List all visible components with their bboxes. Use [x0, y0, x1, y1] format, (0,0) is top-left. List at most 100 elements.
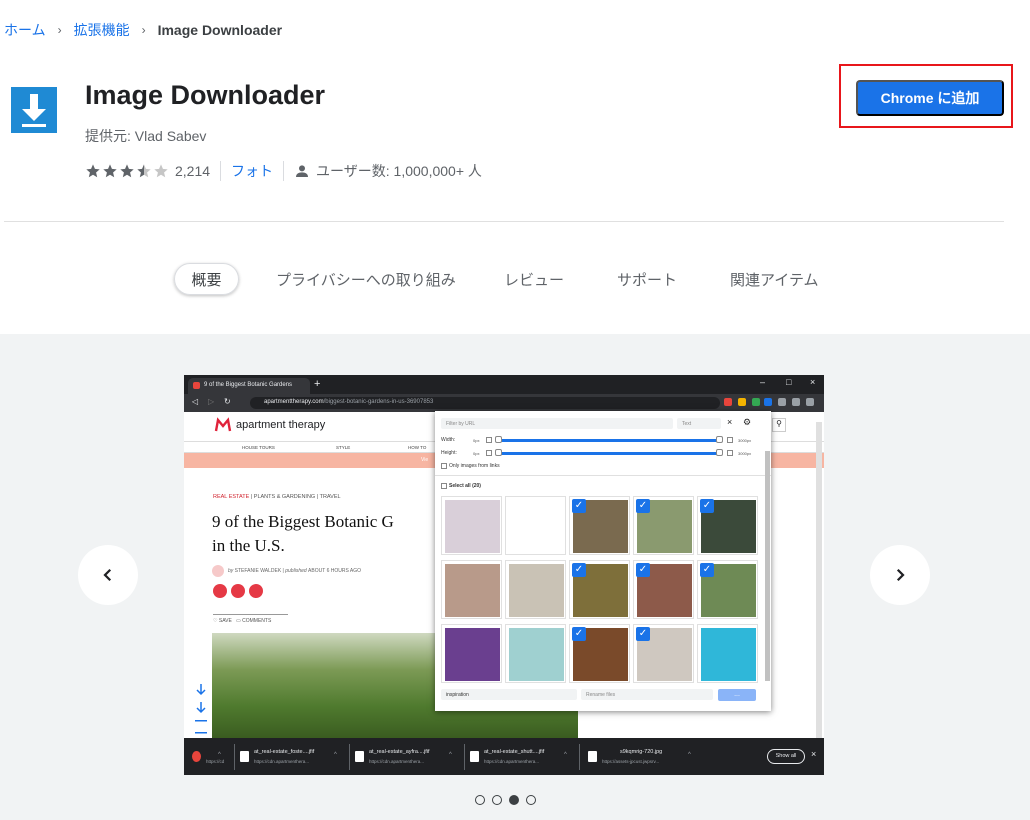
download-item[interactable]: at_real-estate_foste....jfif https://cdn…: [238, 741, 348, 773]
gallery-pagination: [475, 795, 536, 805]
pagination-dot[interactable]: [492, 795, 502, 805]
checkmark-icon[interactable]: ✓: [636, 627, 650, 641]
download-item[interactable]: at_real-estate_ayfra....jfif https://cdn…: [353, 741, 463, 773]
address-bar: apartmenttherapy.com/biggest-botanic-gar…: [250, 397, 720, 409]
nav-item: HOUSE TOURS: [242, 445, 275, 450]
close-icon[interactable]: ×: [727, 417, 732, 427]
add-to-chrome-button[interactable]: Chrome に追加: [856, 80, 1004, 116]
image-thumbnail[interactable]: [441, 624, 502, 683]
download-item[interactable]: s9kqmrig-720.jpg https://assets-jpcust.j…: [586, 741, 696, 773]
slider-knob[interactable]: [716, 449, 723, 456]
height-slider[interactable]: [497, 452, 719, 455]
image-thumbnail[interactable]: ✓: [569, 560, 630, 619]
download-button[interactable]: ...: [718, 689, 756, 701]
close-icon[interactable]: ×: [811, 749, 816, 759]
new-tab-icon: +: [314, 378, 321, 390]
extension-icon: [724, 398, 732, 406]
download-item[interactable]: https://cd ^: [190, 741, 234, 773]
select-all-checkbox[interactable]: [441, 483, 447, 489]
byline-author: STEFANIE WALDEK: [234, 568, 282, 574]
filter-url-input[interactable]: Filter by URL: [441, 418, 673, 429]
checkmark-icon[interactable]: ✓: [572, 563, 586, 577]
image-thumbnail[interactable]: [697, 624, 758, 683]
checkmark-icon[interactable]: ✓: [700, 499, 714, 513]
image-thumbnail[interactable]: [505, 624, 566, 683]
height-max-checkbox[interactable]: [727, 450, 733, 456]
width-max-checkbox[interactable]: [727, 437, 733, 443]
image-thumbnail[interactable]: ✓: [697, 560, 758, 619]
checkmark-icon[interactable]: ✓: [572, 499, 586, 513]
category-rest: | PLANTS & GARDENING | TRAVEL: [250, 494, 341, 500]
only-links-checkbox[interactable]: [441, 463, 447, 469]
checkmark-icon[interactable]: ✓: [572, 627, 586, 641]
popup-scrollbar[interactable]: [765, 451, 770, 681]
downloads-bar: https://cd ^ at_real-estate_foste....jfi…: [184, 738, 824, 775]
thumbnail-image: [509, 564, 564, 617]
tab-overview[interactable]: 概要: [174, 263, 239, 295]
extension-icon: [752, 398, 760, 406]
pagination-dot[interactable]: [526, 795, 536, 805]
image-thumbnail[interactable]: ✓: [697, 496, 758, 555]
download-divider: [234, 744, 235, 770]
slider-knob[interactable]: [716, 436, 723, 443]
pagination-dot[interactable]: [475, 795, 485, 805]
image-thumbnail[interactable]: ✓: [569, 624, 630, 683]
star-half-icon: [137, 164, 151, 178]
nav-item: STYLE: [336, 445, 351, 450]
pagination-dot-active[interactable]: [509, 795, 519, 805]
width-slider[interactable]: [497, 439, 719, 442]
maximize-icon: □: [786, 377, 792, 387]
slider-knob[interactable]: [495, 436, 502, 443]
rename-input[interactable]: Rename files: [581, 689, 713, 700]
width-max-label: 3000px: [738, 438, 752, 443]
gear-icon[interactable]: ⚙: [743, 417, 751, 428]
close-icon: ×: [810, 377, 816, 387]
image-thumbnail[interactable]: ✓: [633, 496, 694, 555]
image-thumbnail[interactable]: [505, 560, 566, 619]
chevron-up-icon: ^: [449, 752, 452, 758]
height-min-checkbox[interactable]: [486, 450, 492, 456]
gallery-screenshot: 9 of the Biggest Botanic Gardens + – □ ×…: [184, 375, 824, 775]
gallery-prev-button[interactable]: [78, 545, 138, 605]
show-all-button[interactable]: Show all: [767, 749, 805, 764]
nav-item: HOW TO: [408, 445, 427, 450]
download-item[interactable]: at_real-estate_shutt....jfif https://cdn…: [468, 741, 578, 773]
folder-input[interactable]: inspiration: [441, 689, 577, 700]
menu-icon: [806, 398, 814, 406]
image-thumbnail[interactable]: ✓: [633, 560, 694, 619]
browser-tab: 9 of the Biggest Botanic Gardens: [188, 378, 310, 394]
image-thumbnail[interactable]: ✓: [633, 624, 694, 683]
file-icon: [470, 751, 479, 762]
header-divider: [4, 221, 1004, 222]
category-link[interactable]: フォト: [231, 161, 273, 181]
checkmark-icon[interactable]: ✓: [636, 499, 650, 513]
star-full-icon: [86, 164, 100, 178]
rating-stars[interactable]: [85, 163, 169, 179]
gallery-next-button[interactable]: [870, 545, 930, 605]
checkmark-icon[interactable]: ✓: [700, 563, 714, 577]
breadcrumb-home-link[interactable]: ホーム: [4, 20, 46, 40]
tab-support[interactable]: サポート: [617, 263, 677, 295]
image-thumbnail[interactable]: [441, 560, 502, 619]
filter-mode-select[interactable]: Text: [677, 418, 721, 429]
article-title: 9 of the Biggest Botanic G in the U.S.: [212, 510, 452, 558]
forward-icon: ▷: [208, 397, 215, 406]
breadcrumb-category-link[interactable]: 拡張機能: [74, 20, 130, 40]
tab-privacy[interactable]: プライバシーへの取り組み: [276, 263, 456, 295]
image-thumbnail[interactable]: ✓: [569, 496, 630, 555]
tab-related[interactable]: 関連アイテム: [730, 263, 819, 295]
tab-reviews[interactable]: レビュー: [504, 263, 564, 295]
byline-by: by: [228, 568, 234, 574]
checkmark-icon[interactable]: ✓: [636, 563, 650, 577]
comments-label: COMMENTS: [242, 618, 272, 624]
rating-count[interactable]: 2,214: [175, 163, 210, 179]
slider-knob[interactable]: [495, 449, 502, 456]
width-min-checkbox[interactable]: [486, 437, 492, 443]
favicon-icon: [193, 382, 200, 389]
download-filename: s9kqmrig-720.jpg: [620, 749, 663, 755]
breadcrumb-chevron-icon: ›: [141, 23, 146, 37]
extension-title: Image Downloader: [85, 80, 326, 110]
image-thumbnail[interactable]: [505, 496, 566, 555]
width-min-label: 0px: [473, 438, 480, 443]
image-thumbnail[interactable]: [441, 496, 502, 555]
